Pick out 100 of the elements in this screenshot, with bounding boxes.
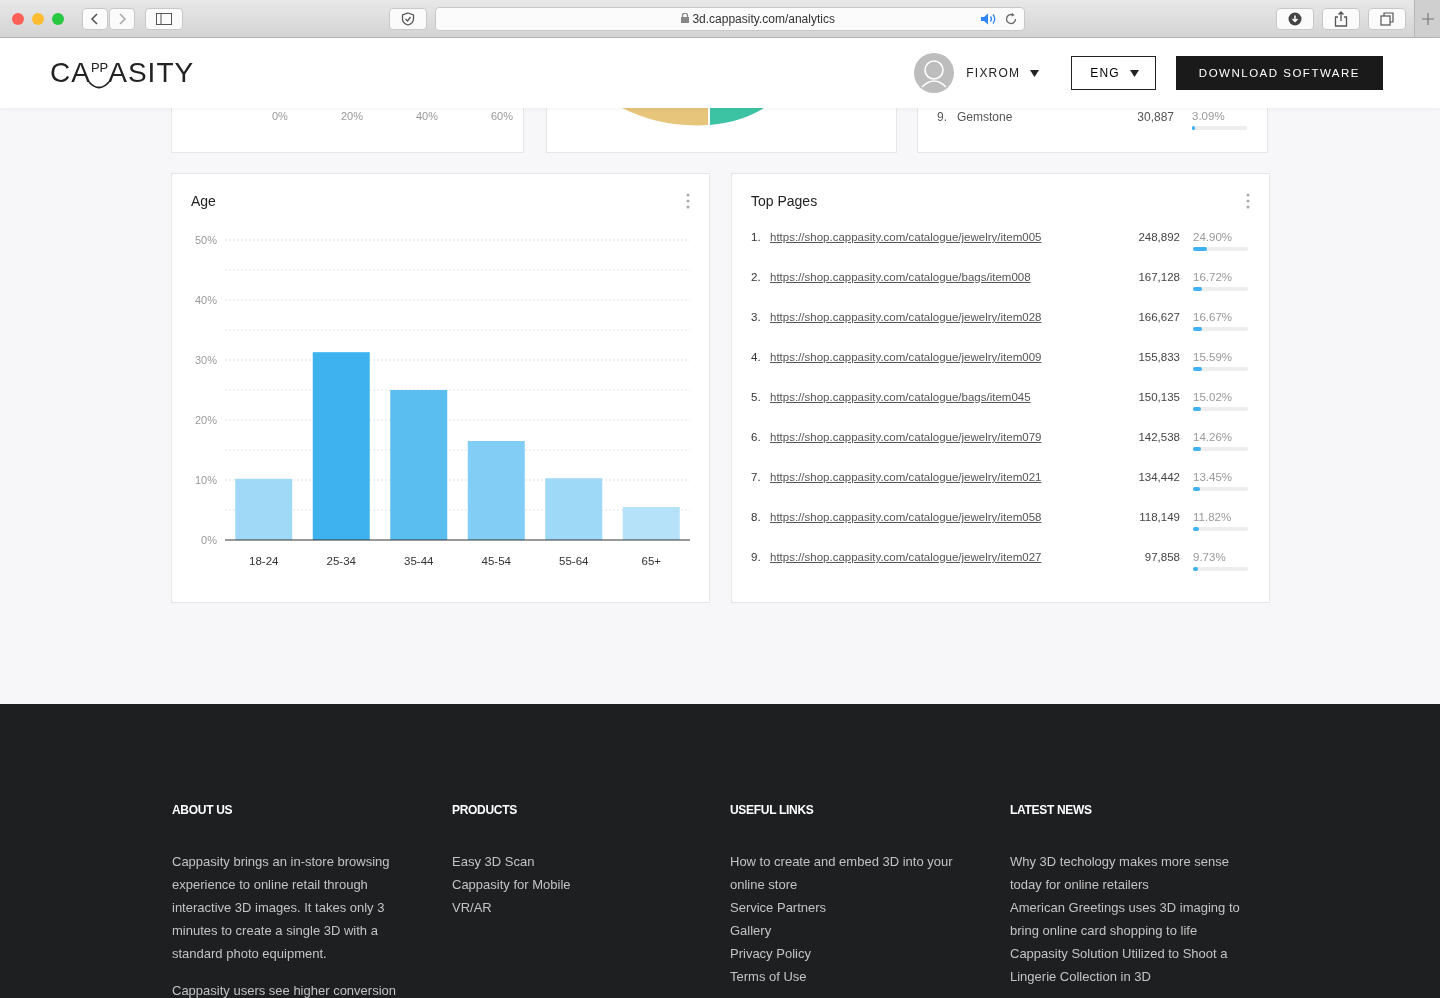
percent-value: 11.82% — [1193, 511, 1233, 523]
row-index: 3. — [751, 311, 762, 323]
speaker-icon[interactable] — [980, 11, 998, 26]
visits-count: 118,149 — [1138, 511, 1180, 523]
footer-link[interactable]: Privacy Policy — [730, 942, 980, 965]
bar — [235, 478, 293, 540]
address-bar[interactable]: 3d.cappasity.com/analytics — [435, 6, 1025, 31]
percent-value: 13.45% — [1193, 471, 1233, 483]
forward-button[interactable] — [109, 7, 135, 30]
shield-icon — [401, 11, 415, 26]
page-link[interactable]: https://shop.cappasity.com/catalogue/jewelry/item079 — [770, 431, 1110, 443]
shield-button[interactable] — [389, 7, 427, 30]
axis-label: 20% — [194, 414, 217, 426]
percent-value: 15.02% — [1193, 391, 1233, 403]
percent-value: 16.67% — [1193, 311, 1233, 323]
visits-count: 134,442 — [1137, 471, 1180, 483]
card-title: Age — [191, 193, 216, 209]
caret-icon — [1129, 69, 1139, 77]
visits-count: 30,887 — [1137, 110, 1174, 124]
footer-heading: ABOUT US — [172, 803, 234, 817]
visits-count: 150,135 — [1137, 391, 1180, 403]
row-index: 9. — [751, 551, 762, 563]
row-index: 2. — [751, 271, 762, 283]
smile-icon — [88, 81, 110, 89]
sidebar-button[interactable] — [145, 7, 183, 30]
share-icon — [1334, 10, 1348, 27]
caret-icon — [1030, 69, 1040, 77]
footer-link[interactable]: American Greetings uses 3D imaging to bring online card shopping to life — [1010, 896, 1260, 942]
plus-icon — [1421, 12, 1434, 25]
chevron-left-icon — [90, 11, 100, 26]
axis-label: 0% — [201, 534, 217, 546]
footer-link[interactable]: VR/AR — [452, 896, 702, 919]
visits-count: 166,627 — [1137, 311, 1180, 323]
about-paragraph: Cappasity users see higher conversion — [172, 982, 397, 998]
axis-label: 50% — [194, 234, 217, 246]
language-select[interactable]: ENG — [1071, 56, 1156, 90]
chevron-right-icon — [117, 11, 127, 26]
download-software-button[interactable]: DOWNLOAD SOFTWARE — [1175, 56, 1383, 90]
sidebar-icon — [156, 12, 172, 25]
footer-link[interactable]: How to create and embed 3D into your online store — [730, 850, 980, 896]
axis-label: 18-24 — [249, 555, 279, 567]
page-link[interactable]: https://shop.cappasity.com/catalogue/bags/item008 — [770, 271, 1110, 283]
footer-heading: LATEST NEWS — [1010, 803, 1093, 817]
logo[interactable]: CA$^{PP}$ASITY — [50, 57, 195, 88]
close-icon[interactable] — [12, 12, 24, 25]
download-icon — [1288, 11, 1302, 26]
visits-count: 97,858 — [1143, 551, 1180, 563]
percent-value: 15.59% — [1193, 351, 1233, 363]
download-button[interactable] — [1276, 7, 1314, 30]
row-index: 5. — [751, 391, 762, 403]
reload-icon[interactable] — [1004, 11, 1018, 26]
page-link[interactable]: https://shop.cappasity.com/catalogue/jewelry/item058 — [770, 511, 1110, 523]
footer-heading: USEFUL LINKS — [730, 803, 815, 817]
footer-link[interactable]: Service Partners — [730, 896, 980, 919]
footer-link[interactable]: Terms of Use — [730, 965, 980, 988]
bar — [545, 478, 603, 540]
row-index: 6. — [751, 431, 762, 443]
user-menu[interactable]: FIXROM — [962, 62, 1044, 84]
page-link[interactable]: https://shop.cappasity.com/catalogue/jewelry/item028 — [770, 311, 1110, 323]
new-tab-button[interactable] — [1414, 0, 1440, 37]
page-link[interactable]: https://shop.cappasity.com/catalogue/jewelry/item005 — [770, 231, 1110, 243]
tabs-icon — [1380, 11, 1394, 26]
footer-link[interactable]: Easy 3D Scan — [452, 850, 702, 873]
footer-link[interactable]: Cappasity Solution Utilized to Shoot a Lingerie Collection in 3D — [1010, 942, 1260, 988]
bar — [622, 507, 680, 540]
row-index: 9. — [937, 110, 948, 124]
axis-label: 40% — [194, 294, 217, 306]
more-icon[interactable] — [686, 193, 690, 209]
axis-label: 60% — [490, 110, 513, 122]
percent-value: 9.73% — [1193, 551, 1227, 563]
visits-count: 167,128 — [1137, 271, 1180, 283]
page-link[interactable]: https://shop.cappasity.com/catalogue/bags/item045 — [770, 391, 1110, 403]
axis-label: 0% — [272, 110, 288, 122]
zoom-icon[interactable] — [52, 12, 64, 25]
share-button[interactable] — [1322, 7, 1360, 30]
footer-link[interactable]: Cappasity for Mobile — [452, 873, 702, 896]
page-link[interactable]: https://shop.cappasity.com/catalogue/jewelry/item027 — [770, 551, 1110, 563]
more-icon[interactable] — [1246, 193, 1250, 209]
category-name: Gemstone — [957, 110, 1014, 124]
row-index: 1. — [751, 231, 762, 243]
page-link[interactable]: https://shop.cappasity.com/catalogue/jewelry/item021 — [770, 471, 1110, 483]
tabs-button[interactable] — [1368, 7, 1406, 30]
axis-label: 25-34 — [326, 555, 356, 567]
back-button[interactable] — [82, 7, 108, 30]
percent-value: 24.90% — [1193, 231, 1233, 243]
avatar-icon[interactable] — [914, 53, 955, 93]
footer-link[interactable]: Gallery — [730, 919, 980, 942]
visits-count: 248,892 — [1137, 231, 1180, 243]
axis-label: 65+ — [641, 555, 661, 567]
footer-link[interactable]: Why 3D techology makes more sense today for online retailers — [1010, 850, 1260, 896]
axis-label: 35-44 — [404, 555, 434, 567]
about-paragraph: Cappasity brings an in-store browsing experience to online retail through interactive 3D images. It takes only 3 minutes to create a single 3D with a standard photo equipment. — [172, 853, 391, 963]
page-link[interactable]: https://shop.cappasity.com/catalogue/jewelry/item009 — [770, 351, 1110, 363]
axis-label: 40% — [415, 110, 438, 122]
percent-value: 3.09% — [1192, 110, 1226, 122]
url-text: 3d.cappasity.com/analytics — [436, 11, 980, 26]
card-title: Top Pages — [751, 193, 818, 209]
visits-count: 155,833 — [1137, 351, 1180, 363]
footer-heading: PRODUCTS — [452, 803, 518, 817]
row-index: 8. — [751, 511, 762, 523]
